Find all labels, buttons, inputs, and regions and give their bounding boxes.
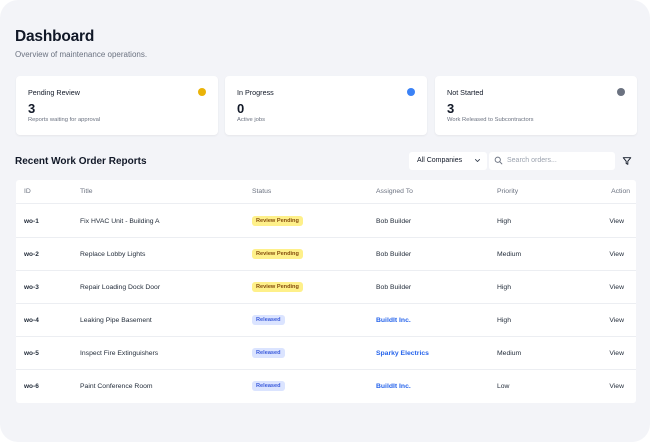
column-header-assigned-to[interactable]: Assigned To	[376, 188, 413, 195]
status-dot-icon	[198, 88, 206, 96]
status-dot-icon	[407, 88, 415, 96]
card-count: 3	[447, 101, 455, 116]
company-filter-select[interactable]: All Companies	[409, 152, 487, 170]
table-row[interactable]: wo-3 Repair Loading Dock Door Review Pen…	[16, 271, 636, 304]
row-title: Leaking Pipe Basement	[80, 317, 152, 324]
card-description: Work Released to Subcontractors	[447, 117, 534, 123]
row-title: Paint Conference Room	[80, 383, 153, 390]
row-title: Fix HVAC Unit - Building A	[80, 218, 160, 225]
row-id: wo-3	[24, 284, 39, 291]
row-priority: High	[497, 218, 511, 225]
assigned-company-link[interactable]: BuildIt Inc.	[376, 383, 411, 390]
company-filter-value: All Companies	[417, 157, 463, 164]
page-subtitle: Overview of maintenance operations.	[15, 50, 148, 59]
chevron-down-icon	[474, 159, 481, 162]
view-button[interactable]: View	[609, 251, 624, 258]
card-pending-review[interactable]: Pending Review 3 Reports waiting for app…	[16, 76, 218, 135]
column-header-status[interactable]: Status	[252, 188, 271, 195]
row-id: wo-4	[24, 317, 39, 324]
row-priority: Medium	[497, 350, 522, 357]
page-title: Dashboard	[15, 28, 95, 45]
card-label: In Progress	[237, 88, 274, 97]
status-badge: Released	[252, 315, 285, 325]
row-priority: Medium	[497, 251, 522, 258]
row-assigned-to: Bob Builder	[376, 251, 412, 258]
status-badge: Review Pending	[252, 249, 303, 259]
status-badge: Review Pending	[252, 216, 303, 226]
dashboard-frame: Dashboard Overview of maintenance operat…	[0, 0, 650, 442]
card-label: Not Started	[447, 88, 484, 97]
search-icon	[494, 156, 503, 165]
work-orders-table: ID Title Status Assigned To Priority Act…	[16, 180, 636, 403]
row-id: wo-6	[24, 383, 39, 390]
status-dot-icon	[617, 88, 625, 96]
column-header-title[interactable]: Title	[80, 188, 93, 195]
status-badge: Released	[252, 381, 285, 391]
section-title: Recent Work Order Reports	[15, 156, 147, 167]
view-button[interactable]: View	[609, 218, 624, 225]
card-not-started[interactable]: Not Started 3 Work Released to Subcontra…	[435, 76, 637, 135]
assigned-company-link[interactable]: Sparky Electrics	[376, 350, 429, 357]
assigned-company-link[interactable]: BuildIt Inc.	[376, 317, 411, 324]
view-button[interactable]: View	[609, 350, 624, 357]
column-header-action: Action	[611, 188, 630, 195]
column-header-id[interactable]: ID	[24, 188, 31, 195]
table-row[interactable]: wo-4 Leaking Pipe Basement Released Buil…	[16, 304, 636, 337]
table-row[interactable]: wo-5 Inspect Fire Extinguishers Released…	[16, 337, 636, 370]
row-assigned-to: Bob Builder	[376, 284, 412, 291]
card-count: 3	[28, 101, 36, 116]
row-id: wo-1	[24, 218, 39, 225]
column-header-priority[interactable]: Priority	[497, 188, 518, 195]
view-button[interactable]: View	[609, 317, 624, 324]
table-row[interactable]: wo-1 Fix HVAC Unit - Building A Review P…	[16, 205, 636, 238]
status-badge: Released	[252, 348, 285, 358]
search-input[interactable]: Search orders...	[489, 152, 615, 170]
row-id: wo-2	[24, 251, 39, 258]
row-id: wo-5	[24, 350, 39, 357]
card-label: Pending Review	[28, 88, 80, 97]
view-button[interactable]: View	[609, 284, 624, 291]
row-priority: High	[497, 317, 511, 324]
status-badge: Review Pending	[252, 282, 303, 292]
card-in-progress[interactable]: In Progress 0 Active jobs	[225, 76, 427, 135]
row-title: Repair Loading Dock Door	[80, 284, 161, 291]
card-description: Reports waiting for approval	[28, 117, 101, 123]
search-placeholder: Search orders...	[507, 157, 557, 164]
card-count: 0	[237, 101, 245, 116]
row-title: Replace Lobby Lights	[80, 251, 146, 258]
row-priority: Low	[497, 383, 510, 390]
row-assigned-to: Bob Builder	[376, 218, 412, 225]
table-header: ID Title Status Assigned To Priority Act…	[16, 180, 636, 204]
filter-icon[interactable]	[622, 156, 632, 166]
card-description: Active jobs	[237, 117, 266, 123]
row-priority: High	[497, 284, 511, 291]
table-row[interactable]: wo-2 Replace Lobby Lights Review Pending…	[16, 238, 636, 271]
table-row[interactable]: wo-6 Paint Conference Room Released Buil…	[16, 370, 636, 403]
row-title: Inspect Fire Extinguishers	[80, 350, 159, 357]
view-button[interactable]: View	[609, 383, 624, 390]
